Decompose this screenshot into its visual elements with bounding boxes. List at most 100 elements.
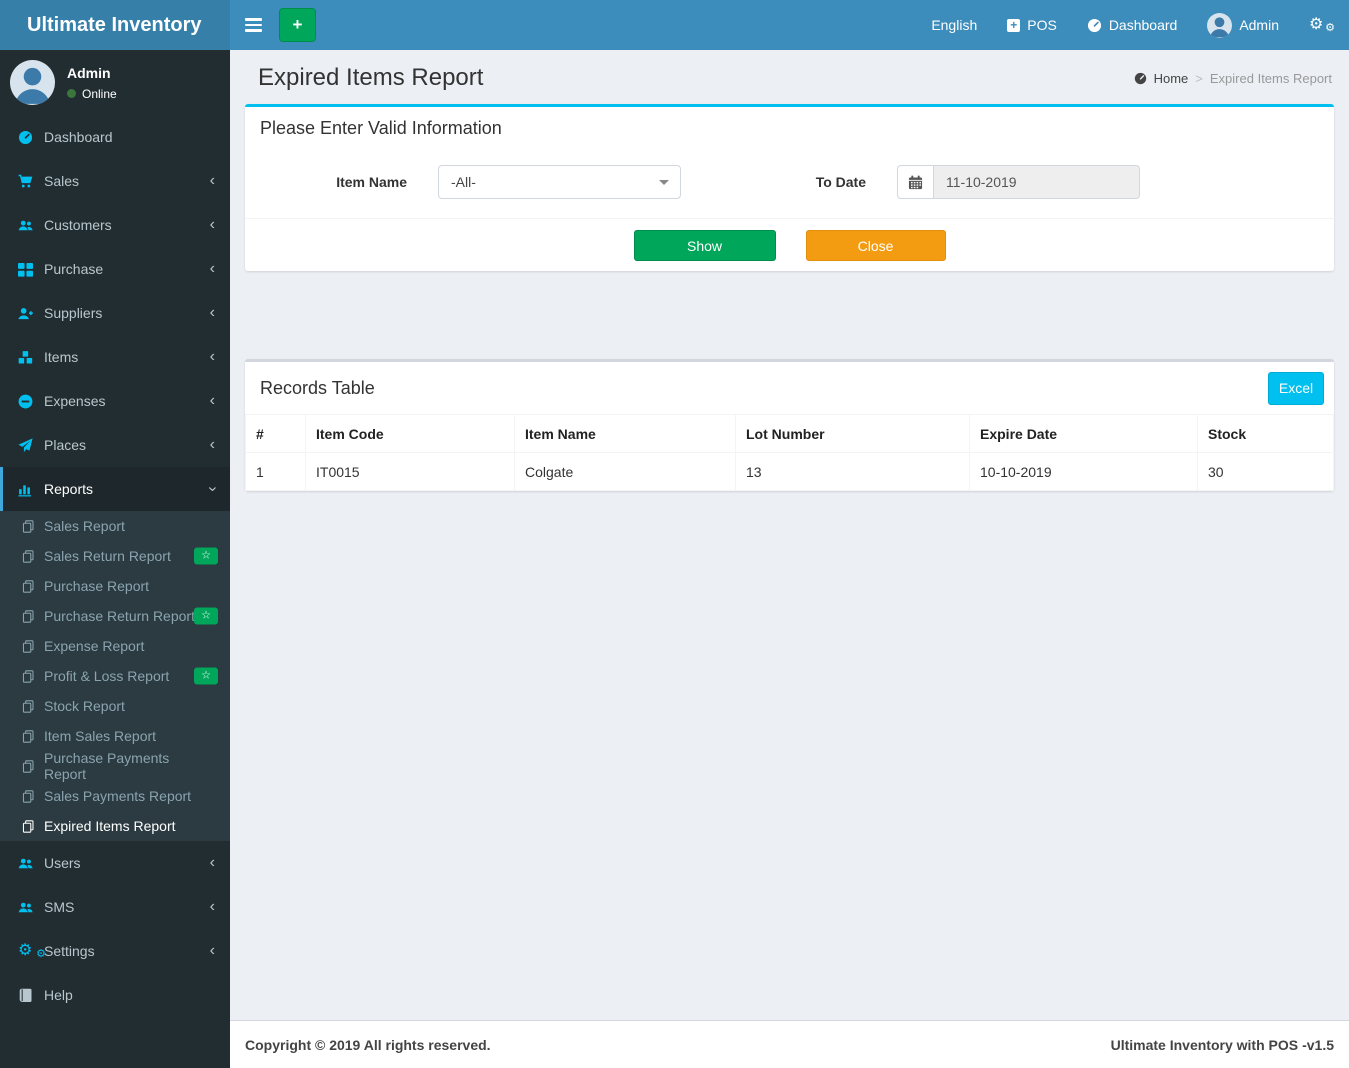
col-header-stock[interactable]: Stock — [1197, 414, 1334, 453]
grid-icon — [18, 262, 44, 277]
sidebar-item-items[interactable]: Items ‹ — [0, 335, 230, 379]
online-dot-icon — [67, 89, 76, 98]
menu-label: Settings — [44, 943, 95, 959]
menu-label: Reports — [44, 481, 94, 497]
breadcrumb-home-link[interactable]: Home — [1154, 71, 1189, 86]
submenu-purchase-payments-report[interactable]: Purchase Payments Report — [0, 750, 230, 782]
copyright-text: Copyright © 2019 All rights reserved. — [245, 1036, 491, 1053]
sidebar-user-status[interactable]: Online — [67, 87, 117, 101]
col-header-index[interactable]: # — [245, 414, 306, 453]
settings-gears-icon[interactable]: ⚙ ⚙ — [1309, 17, 1335, 35]
submenu-item-sales-report[interactable]: Item Sales Report — [0, 721, 230, 751]
submenu-sales-payments-report[interactable]: Sales Payments Report — [0, 781, 230, 811]
submenu-label: Purchase Report — [44, 578, 150, 594]
sidebar-menu-bottom: Users ‹ SMS ‹ ⚙ ⚙ Settings ‹ Help — [0, 841, 230, 1017]
sidebar-item-settings[interactable]: ⚙ ⚙ Settings ‹ — [0, 929, 230, 973]
plus-square-icon: + — [1007, 18, 1021, 32]
main-content: Expired Items Report Home > Expired Item… — [230, 50, 1349, 1020]
tachometer-icon — [18, 130, 44, 145]
online-label: Online — [82, 86, 117, 101]
users-icon — [18, 856, 44, 871]
chevron-left-icon: ‹ — [209, 898, 215, 915]
cell-expire-date: 10-10-2019 — [969, 452, 1198, 491]
submenu-stock-report[interactable]: Stock Report — [0, 691, 230, 721]
submenu-label: Profit & Loss Report — [44, 668, 170, 684]
cart-icon — [18, 174, 44, 189]
minus-circle-icon — [18, 394, 44, 409]
sidebar-item-suppliers[interactable]: Suppliers ‹ — [0, 291, 230, 335]
users-icon — [18, 900, 44, 915]
sidebar: Admin Online Dashboard Sales ‹ Customers… — [0, 50, 230, 1068]
menu-label: Sales — [44, 173, 80, 189]
page-footer: Copyright © 2019 All rights reserved. Ul… — [230, 1020, 1349, 1068]
to-date-input[interactable] — [933, 165, 1140, 199]
submenu-purchase-report[interactable]: Purchase Report — [0, 571, 230, 601]
report-files-icon — [22, 729, 44, 743]
menu-label: Places — [44, 437, 87, 453]
table-row[interactable]: 1 IT0015 Colgate 13 10-10-2019 30 — [245, 452, 1334, 491]
submenu-sales-return-report[interactable]: Sales Return Report ☆ — [0, 541, 230, 571]
submenu-label: Sales Payments Report — [44, 788, 192, 804]
submenu-label: Expense Report — [44, 638, 145, 654]
submenu-profit-loss-report[interactable]: Profit & Loss Report ☆ — [0, 661, 230, 691]
submenu-sales-report[interactable]: Sales Report — [0, 511, 230, 541]
sidebar-item-users[interactable]: Users ‹ — [0, 841, 230, 885]
sidebar-menu: Dashboard Sales ‹ Customers ‹ Purchase ‹… — [0, 115, 230, 511]
app-logo[interactable]: Ultimate Inventory — [0, 0, 230, 50]
quick-add-button[interactable]: + — [279, 8, 316, 42]
menu-label: Help — [44, 987, 73, 1003]
col-header-lot-number[interactable]: Lot Number — [735, 414, 970, 453]
submenu-expense-report[interactable]: Expense Report — [0, 631, 230, 661]
submenu-purchase-return-report[interactable]: Purchase Return Report ☆ — [0, 601, 230, 631]
close-button[interactable]: Close — [805, 230, 946, 261]
home-icon — [1134, 72, 1146, 84]
submenu-label: Purchase Return Report — [44, 608, 195, 624]
sidebar-item-sales[interactable]: Sales ‹ — [0, 159, 230, 203]
records-table-header-row: # Item Code Item Name Lot Number Expire … — [245, 414, 1334, 453]
star-badge: ☆ — [194, 547, 218, 565]
chevron-left-icon: ‹ — [209, 348, 215, 365]
report-files-icon — [22, 579, 44, 593]
records-panel: Records Table Excel # Item Code Item Nam… — [245, 359, 1334, 491]
dashboard-link[interactable]: Dashboard — [1087, 17, 1177, 33]
submenu-label: Expired Items Report — [44, 818, 176, 834]
col-header-expire-date[interactable]: Expire Date — [969, 414, 1198, 453]
top-navbar: + English + POS Dashboard Admin ⚙ ⚙ — [230, 0, 1349, 50]
sidebar-item-customers[interactable]: Customers ‹ — [0, 203, 230, 247]
sidebar-item-expenses[interactable]: Expenses ‹ — [0, 379, 230, 423]
sidebar-item-places[interactable]: Places ‹ — [0, 423, 230, 467]
sidebar-user-panel: Admin Online — [0, 50, 230, 115]
report-files-icon — [22, 789, 44, 803]
submenu-expired-items-report[interactable]: Expired Items Report — [0, 811, 230, 841]
report-files-icon — [22, 609, 44, 623]
sidebar-item-dashboard[interactable]: Dashboard — [0, 115, 230, 159]
sidebar-item-sms[interactable]: SMS ‹ — [0, 885, 230, 929]
chevron-down-icon — [659, 180, 669, 185]
language-menu[interactable]: English — [931, 17, 977, 33]
menu-label: Items — [44, 349, 79, 365]
menu-label: SMS — [44, 899, 75, 915]
sidebar-item-help[interactable]: Help — [0, 973, 230, 1017]
page-title: Expired Items Report — [258, 64, 484, 91]
cell-index: 1 — [245, 452, 306, 491]
sidebar-item-purchase[interactable]: Purchase ‹ — [0, 247, 230, 291]
pos-link[interactable]: + POS — [1007, 17, 1057, 33]
col-header-item-code[interactable]: Item Code — [305, 414, 515, 453]
user-menu[interactable]: Admin — [1207, 12, 1279, 38]
menu-label: Dashboard — [44, 129, 113, 145]
show-button[interactable]: Show — [633, 230, 776, 261]
submenu-label: Sales Report — [44, 518, 125, 534]
item-name-select[interactable]: -All- — [438, 165, 681, 199]
breadcrumb-separator: > — [1195, 70, 1203, 86]
cell-item-code: IT0015 — [305, 452, 515, 491]
chevron-left-icon: ‹ — [209, 172, 215, 189]
chevron-left-icon: ‹ — [209, 304, 215, 321]
star-badge: ☆ — [194, 607, 218, 625]
excel-export-button[interactable]: Excel — [1268, 371, 1324, 405]
to-date-label: To Date — [815, 174, 866, 190]
col-header-item-name[interactable]: Item Name — [514, 414, 736, 453]
menu-label: Users — [44, 855, 81, 871]
star-badge: ☆ — [194, 667, 218, 685]
sidebar-item-reports[interactable]: Reports ‹ — [0, 467, 230, 511]
sidebar-toggle-button[interactable] — [230, 0, 276, 50]
